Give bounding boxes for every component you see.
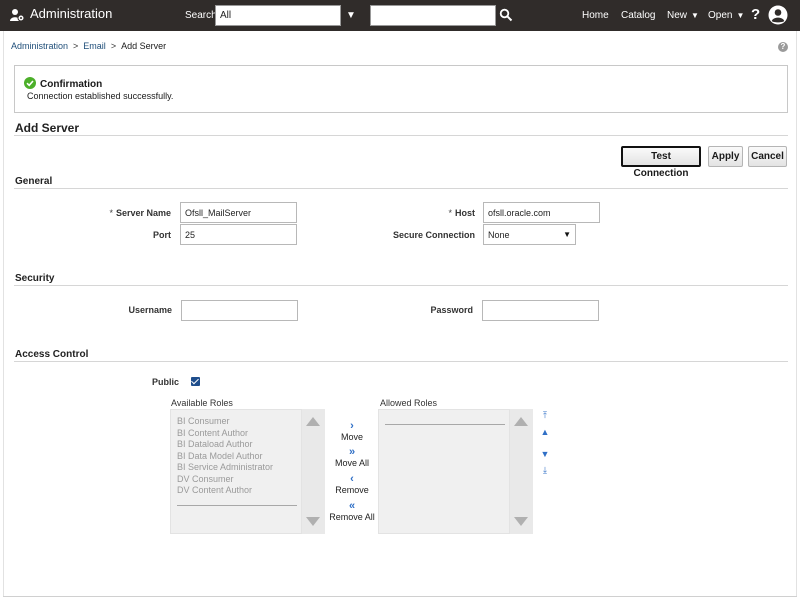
list-item[interactable]: DV Content Author xyxy=(177,485,273,497)
page-help-icon[interactable]: ? xyxy=(778,42,788,52)
available-roles-list[interactable]: BI Consumer BI Content Author BI Dataloa… xyxy=(170,409,302,534)
page-title: Add Server xyxy=(15,121,80,135)
port-input[interactable]: 25 xyxy=(180,224,297,245)
breadcrumb-separator: > xyxy=(73,41,79,51)
move-down-icon[interactable]: ▼ xyxy=(539,449,551,459)
check-circle-icon xyxy=(24,77,36,89)
remove-label: Remove xyxy=(335,485,369,495)
move-button[interactable]: › Move xyxy=(327,420,377,443)
help-button[interactable]: ? xyxy=(751,6,760,23)
nav-open-label: Open xyxy=(708,10,733,21)
move-up-icon[interactable]: ▲ xyxy=(539,427,551,437)
cancel-button[interactable]: Cancel xyxy=(748,146,787,167)
password-label: Password xyxy=(430,305,473,315)
username-input[interactable] xyxy=(181,300,298,321)
security-divider xyxy=(14,285,788,286)
public-label: Public xyxy=(151,377,179,387)
top-bar: Administration Search All ▼ Home Catalog… xyxy=(0,0,800,31)
list-item[interactable]: BI Data Model Author xyxy=(177,451,273,463)
apply-button[interactable]: Apply xyxy=(708,146,743,167)
move-to-bottom-icon[interactable]: ⤓ xyxy=(539,465,551,475)
username-label: Username xyxy=(128,305,172,315)
remove-all-label: Remove All xyxy=(329,512,375,522)
breadcrumb-email[interactable]: Email xyxy=(83,41,106,51)
allowed-roles-list[interactable] xyxy=(378,409,510,534)
port-label: Port xyxy=(153,230,171,240)
remove-button[interactable]: ‹ Remove xyxy=(327,473,377,496)
section-title-access-control: Access Control xyxy=(15,349,89,360)
chevron-right-icon: › xyxy=(350,420,354,432)
server-name-label: * Server Name xyxy=(90,208,171,218)
confirmation-title: Confirmation xyxy=(40,79,103,90)
page-border-bottom xyxy=(3,596,797,597)
search-label: Search xyxy=(185,10,217,21)
scroll-down-icon[interactable] xyxy=(306,517,320,526)
chevron-down-icon: ▼ xyxy=(736,11,745,20)
list-item[interactable]: BI Content Author xyxy=(177,428,273,440)
nav-new-menu[interactable]: New ▼ xyxy=(667,10,699,21)
scroll-down-icon[interactable] xyxy=(514,517,528,526)
page-border-right xyxy=(796,31,797,597)
list-item[interactable]: DV Consumer xyxy=(177,474,273,486)
host-label: * Host xyxy=(400,208,475,218)
nav-open-menu[interactable]: Open ▼ xyxy=(708,10,744,21)
allowed-roles-label: Allowed Roles xyxy=(380,398,438,408)
breadcrumb-administration[interactable]: Administration xyxy=(11,41,68,51)
user-avatar-icon[interactable] xyxy=(768,5,788,25)
breadcrumb-current: Add Server xyxy=(121,41,167,51)
list-item[interactable]: BI Consumer xyxy=(177,416,273,428)
confirmation-text: Connection established successfully. xyxy=(27,91,174,101)
search-scope-dropdown-icon[interactable]: ▼ xyxy=(346,10,356,21)
chevron-down-icon: ▼ xyxy=(563,230,571,239)
move-all-button[interactable]: » Move All xyxy=(327,446,377,469)
nav-catalog[interactable]: Catalog xyxy=(621,10,655,21)
double-chevron-right-icon: » xyxy=(348,446,356,458)
list-item[interactable]: BI Dataload Author xyxy=(177,439,273,451)
chevron-left-icon: ‹ xyxy=(350,473,354,485)
administration-icon xyxy=(10,9,25,22)
list-end-divider xyxy=(177,505,297,506)
secure-connection-value: None xyxy=(488,230,510,240)
server-name-label-text: Server Name xyxy=(115,208,171,218)
list-end-divider xyxy=(385,424,505,425)
secure-connection-select[interactable]: None ▼ xyxy=(483,224,576,245)
move-to-top-icon[interactable]: ⤒ xyxy=(539,410,551,420)
search-scope-select[interactable]: All xyxy=(215,5,341,26)
general-divider xyxy=(14,188,788,189)
nav-new-label: New xyxy=(667,10,688,21)
available-roles-scrollbar[interactable] xyxy=(302,409,325,534)
public-checkbox[interactable] xyxy=(191,377,200,386)
host-input[interactable]: ofsll.oracle.com xyxy=(483,202,600,223)
title-divider xyxy=(14,135,788,136)
chevron-down-icon: ▼ xyxy=(691,11,699,20)
move-all-label: Move All xyxy=(334,458,369,468)
password-input[interactable] xyxy=(482,300,599,321)
section-title-security: Security xyxy=(15,273,55,284)
access-divider xyxy=(14,361,788,362)
list-item[interactable]: BI Service Administrator xyxy=(177,462,273,474)
required-marker: * xyxy=(448,208,452,218)
scroll-up-icon[interactable] xyxy=(514,417,528,426)
required-marker: * xyxy=(109,208,113,218)
available-roles-items: BI Consumer BI Content Author BI Dataloa… xyxy=(177,416,273,497)
search-input[interactable] xyxy=(370,5,496,26)
available-roles-label: Available Roles xyxy=(171,398,233,408)
section-title-general: General xyxy=(15,176,53,187)
nav-home[interactable]: Home xyxy=(582,10,609,21)
app-title: Administration xyxy=(30,6,113,21)
test-connection-button[interactable]: Test Connection xyxy=(621,146,701,179)
breadcrumb: Administration > Email > Add Server xyxy=(11,41,166,51)
breadcrumb-separator: > xyxy=(110,41,117,51)
allowed-roles-scrollbar[interactable] xyxy=(510,409,533,534)
secure-connection-label: Secure Connection xyxy=(392,230,475,240)
page-border-left xyxy=(3,31,4,597)
remove-all-button[interactable]: «Remove All xyxy=(327,500,377,523)
host-label-text: Host xyxy=(455,208,475,218)
search-icon[interactable] xyxy=(499,8,513,22)
server-name-input[interactable]: Ofsll_MailServer xyxy=(180,202,297,223)
move-label: Move xyxy=(340,432,363,442)
scroll-up-icon[interactable] xyxy=(306,417,320,426)
double-chevron-left-icon: « xyxy=(348,500,356,512)
confirmation-message-box: Confirmation Connection established succ… xyxy=(14,65,788,113)
